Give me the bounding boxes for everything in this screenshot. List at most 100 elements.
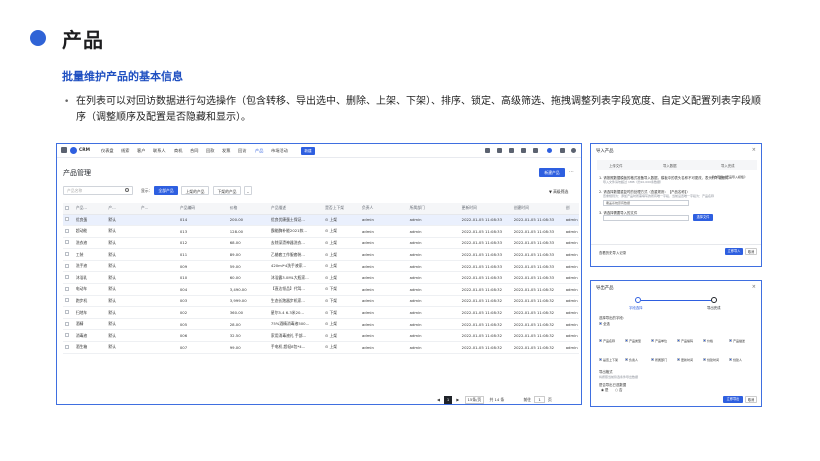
export-field-option[interactable]: 负责人 xyxy=(625,358,651,362)
field-checkbox[interactable] xyxy=(677,358,680,361)
nav-products[interactable]: 产品 xyxy=(255,148,263,154)
table-row[interactable]: 酒精 默认 005 28.00 75%酒精消毒液500... ⊙ 上架 admin admin… xyxy=(63,318,579,331)
row-checkbox[interactable] xyxy=(65,263,69,268)
nav-opportunities[interactable]: 商机 xyxy=(174,148,182,154)
row-checkbox[interactable] xyxy=(65,240,69,245)
file-path-input[interactable] xyxy=(603,215,689,221)
row-checkbox[interactable] xyxy=(65,321,69,326)
filter-off-shelf[interactable]: 下架的产品 xyxy=(213,186,241,195)
col-header[interactable]: 价格 xyxy=(227,203,269,215)
table-row[interactable]: 消毒液 默认 006 32.50 家用消毒液礼 手部... ⊙ 上架 admin admin 2… xyxy=(63,329,579,343)
row-checkbox[interactable] xyxy=(65,333,69,338)
page-size-select[interactable]: 15条/页 xyxy=(464,396,485,404)
field-checkbox[interactable] xyxy=(599,358,602,361)
export-now-button[interactable]: 立即导出 xyxy=(723,396,743,403)
select-all-checkbox[interactable] xyxy=(65,205,69,210)
advanced-filter-button[interactable]: ▼ 高级筛选 xyxy=(549,189,568,195)
nav-contacts[interactable]: 联系人 xyxy=(153,148,166,154)
row-checkbox[interactable] xyxy=(65,310,69,315)
filter-dropdown-chevron-icon[interactable]: ⌄ xyxy=(244,186,252,195)
next-page-icon[interactable]: ▶ xyxy=(456,397,459,402)
product-name-link[interactable]: 沐浴乳 xyxy=(73,271,107,285)
product-name-link[interactable]: 洗衣液 xyxy=(73,237,107,250)
field-checkbox[interactable] xyxy=(599,339,602,342)
field-checkbox[interactable] xyxy=(703,339,706,342)
col-header[interactable]: 创建时间 xyxy=(511,203,564,215)
search-icon[interactable] xyxy=(125,188,129,192)
product-name-link[interactable]: 消毒液 xyxy=(73,329,107,343)
export-field-option[interactable]: 产品单位 xyxy=(651,339,677,343)
close-icon[interactable]: × xyxy=(752,147,756,153)
col-header[interactable]: 所属部门 xyxy=(407,203,460,215)
message-icon[interactable] xyxy=(485,148,490,153)
settings-icon[interactable] xyxy=(560,148,565,153)
col-header[interactable]: 产品描述 xyxy=(268,203,324,215)
row-checkbox[interactable] xyxy=(65,286,69,291)
nav-visits[interactable]: 回访 xyxy=(238,148,246,154)
nav-customers[interactable]: 客户 xyxy=(137,148,145,154)
nav-invoices[interactable]: 发票 xyxy=(222,148,230,154)
row-checkbox[interactable] xyxy=(65,275,69,280)
product-name-link[interactable]: 扫地车 xyxy=(73,306,107,319)
document-icon[interactable] xyxy=(509,148,514,153)
table-row[interactable]: 酒生箱 默认 007 99.00 手电机 超轻8包*4... ⊙ 上架 admin admin… xyxy=(63,341,579,354)
prev-page-icon[interactable]: ◀ xyxy=(437,397,440,402)
field-checkbox[interactable] xyxy=(651,339,654,342)
import-now-button[interactable]: 立即导入 xyxy=(725,248,743,255)
product-name-link[interactable]: 洗手液 xyxy=(73,260,107,273)
export-option-no[interactable]: ○ 否 xyxy=(615,387,622,392)
table-row[interactable]: 工装 默认 011 89.00 乙蜡套工作服套装... ⊙ 上架 admin admin 202… xyxy=(63,248,579,261)
export-cancel-button[interactable]: 取消 xyxy=(745,396,757,403)
search-input[interactable]: 产品名称 xyxy=(63,186,133,195)
product-name-link[interactable]: 优良蛋 xyxy=(73,214,107,227)
avatar[interactable] xyxy=(571,148,576,153)
export-option-yes[interactable]: ◉ 是 xyxy=(601,387,608,392)
export-field-option[interactable]: 更新时间 xyxy=(677,358,703,362)
more-button[interactable]: ··· xyxy=(569,169,574,175)
field-checkbox[interactable] xyxy=(625,339,628,342)
product-name-link[interactable]: 酒精 xyxy=(73,318,107,331)
export-field-option[interactable]: 产品名称 xyxy=(599,339,625,343)
close-icon[interactable]: × xyxy=(752,284,756,290)
new-product-button[interactable]: 新建产品 xyxy=(539,168,565,177)
product-name-link[interactable]: 电动车 xyxy=(73,283,107,296)
nav-payments[interactable]: 回款 xyxy=(206,148,214,154)
nav-leads[interactable]: 线索 xyxy=(121,148,129,154)
nav-dashboard[interactable]: 仪表盘 xyxy=(101,148,114,154)
bell-icon[interactable] xyxy=(533,148,538,153)
select-file-button[interactable]: 选择文件 xyxy=(693,214,713,221)
table-row[interactable]: 超动能 默认 013 128.00 霸能酶补能2021款... ⊙ 上架 admin admi… xyxy=(63,225,579,238)
notification-badge-icon[interactable] xyxy=(547,148,552,153)
export-select-all[interactable]: 全选 xyxy=(599,321,610,326)
export-field-option[interactable]: 产品描述 xyxy=(729,339,755,343)
export-field-option[interactable]: 创建时间 xyxy=(703,358,729,362)
table-row[interactable]: 洗衣液 默认 012 68.00 去除深渍神器洗衣... ⊙ 上架 admin admin 20… xyxy=(63,237,579,250)
import-history-link[interactable]: 查看历史导入记录 xyxy=(599,250,626,255)
table-row[interactable]: 跑步机 默认 003 3,999.00 生态长跑器步机家... ⊙ 下架 admin admi… xyxy=(63,295,579,308)
goto-page-input[interactable]: 1 xyxy=(534,396,545,403)
field-checkbox[interactable] xyxy=(729,339,732,342)
col-header[interactable]: 产... xyxy=(138,203,178,215)
export-field-option[interactable]: 价格 xyxy=(703,339,729,343)
col-header[interactable]: 产品... xyxy=(73,203,107,215)
table-row[interactable]: 沐浴乳 默认 010 60.00 沐浴露3.0ML大瓶家... ⊙ 上架 admin admi… xyxy=(63,271,579,285)
field-checkbox[interactable] xyxy=(703,358,706,361)
filter-all-products[interactable]: 全部产品 xyxy=(154,186,178,195)
row-checkbox[interactable] xyxy=(65,217,69,222)
col-header[interactable]: 产品编码 xyxy=(177,203,228,215)
download-template-link[interactable]: 点击下载《产品导入模板》 xyxy=(711,175,747,179)
current-page[interactable]: 1 xyxy=(444,396,453,404)
product-name-link[interactable]: 酒生箱 xyxy=(73,341,107,354)
col-header[interactable]: 更新时间 xyxy=(459,203,512,215)
top-new-button[interactable]: 新建 xyxy=(301,147,315,155)
export-field-option[interactable]: 产品编码 xyxy=(677,339,703,343)
product-name-link[interactable]: 跑步机 xyxy=(73,295,107,308)
field-checkbox[interactable] xyxy=(677,339,680,342)
field-checkbox[interactable] xyxy=(625,358,628,361)
report-icon[interactable] xyxy=(521,148,526,153)
field-checkbox[interactable] xyxy=(651,358,654,361)
filter-on-shelf[interactable]: 上架的产品 xyxy=(181,186,209,195)
nav-marketing[interactable]: 市场活动 xyxy=(271,148,288,154)
col-header[interactable]: 产... xyxy=(106,203,139,215)
table-row[interactable]: 扫地车 默认 002 360.00 星尔5.4 6.3米20... ⊙ 下架 admin ad… xyxy=(63,306,579,319)
